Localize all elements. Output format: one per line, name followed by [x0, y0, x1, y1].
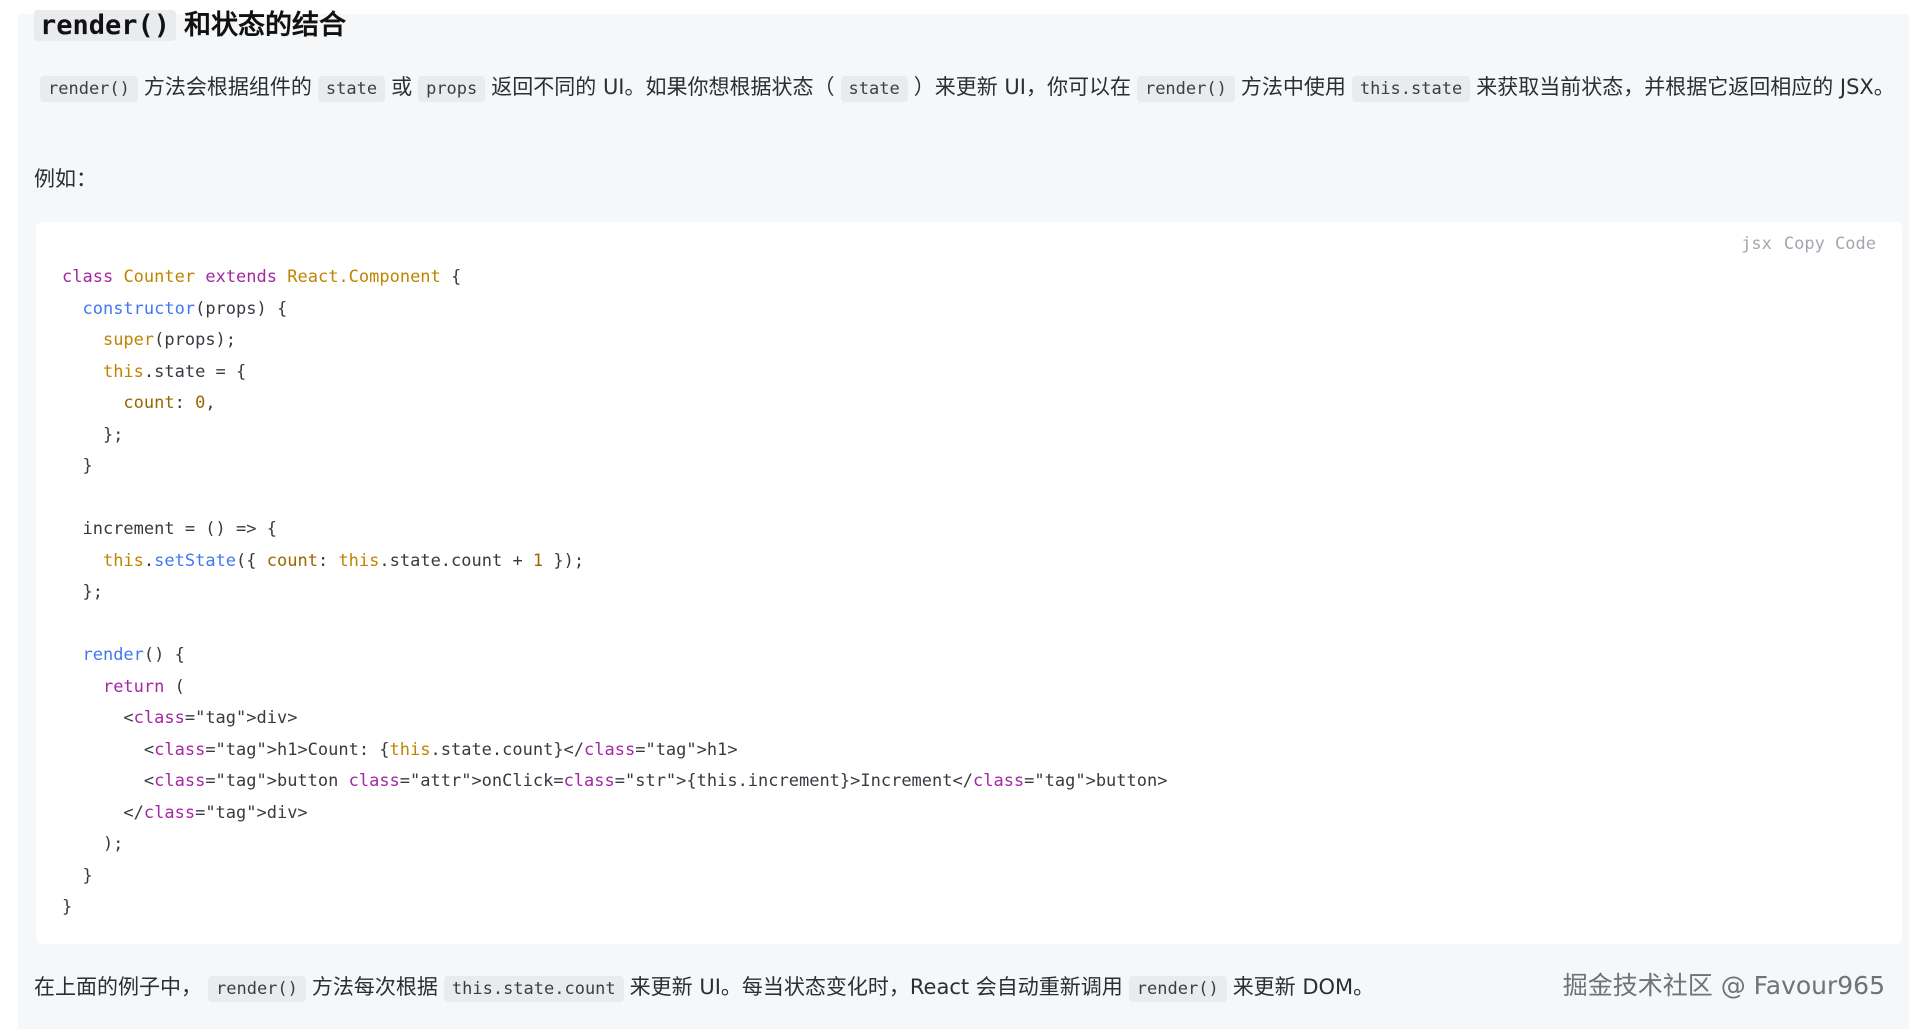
inline-code: state	[317, 76, 386, 102]
inline-code: props	[418, 76, 486, 102]
text-span: 来更新 UI。每当状态变化时，React 会自动重新调用	[629, 975, 1123, 999]
text-span: ）来更新 UI，你可以在	[913, 75, 1131, 99]
text-span: 或	[391, 75, 413, 99]
code-block: jsx Copy Code class Counter extends Reac…	[36, 222, 1902, 944]
text-span: 方法每次根据	[311, 975, 438, 999]
watermark: 掘金技术社区 @ Favour965	[1562, 971, 1885, 1000]
left-gutter	[0, 14, 18, 1029]
code-body: class Counter extends React.Component { …	[62, 267, 1168, 917]
inline-code: render()	[208, 976, 306, 1002]
text-span: 方法中使用	[1240, 75, 1346, 99]
text-span: 来更新 DOM。	[1232, 975, 1375, 999]
code-toolbar: jsx Copy Code	[1741, 234, 1876, 254]
text-span: 在上面的例子中，	[34, 975, 202, 999]
language-label: jsx	[1741, 234, 1772, 254]
text-span: 来获取当前状态，并根据它返回相应的 JSX。	[1476, 75, 1895, 99]
inline-code: state	[840, 76, 908, 102]
code-listing: class Counter extends React.Component { …	[62, 262, 1167, 924]
copy-code-button[interactable]: Copy Code	[1784, 234, 1876, 254]
example-label: 例如：	[34, 167, 97, 191]
intro-paragraph: render() 方法会根据组件的 state 或 props 返回不同的 UI。如果你想…	[34, 70, 1896, 106]
text-span: 方法会根据组件的	[143, 75, 312, 99]
inline-code: this.state.count	[443, 976, 624, 1002]
heading-code: render()	[34, 10, 177, 41]
inline-code: render()	[40, 76, 138, 102]
explanation-paragraph: 在上面的例子中， render() 方法每次根据 this.state.count 来更…	[34, 970, 1534, 1006]
inline-code: render()	[1136, 76, 1235, 102]
inline-code: this.state	[1351, 76, 1471, 102]
inline-code: render()	[1128, 976, 1227, 1002]
text-span: 返回不同的 UI。如果你想根据状态（	[491, 75, 835, 99]
heading-text: 和状态的结合	[184, 10, 347, 41]
section-heading: render() 和状态的结合	[34, 4, 346, 48]
